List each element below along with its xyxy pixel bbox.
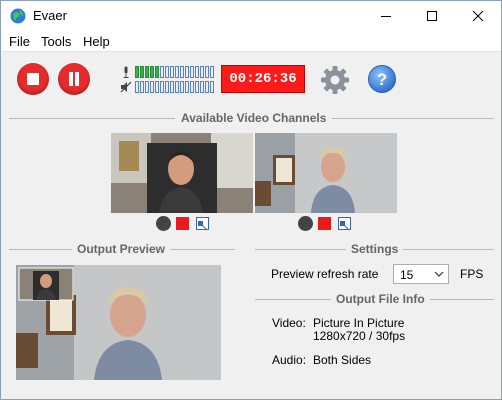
minimize-button[interactable]	[363, 1, 409, 31]
evaer-app-icon	[10, 8, 26, 24]
channel-1-stop-button[interactable]	[176, 217, 189, 230]
refresh-rate-value: 15	[400, 268, 414, 282]
chevron-down-icon	[434, 271, 444, 277]
channel-2-stop-button[interactable]	[318, 217, 331, 230]
video-thumbnail-1	[111, 133, 253, 213]
stop-button[interactable]	[17, 63, 49, 95]
close-icon	[472, 10, 484, 22]
pip-icon	[198, 221, 208, 231]
menu-bar: File Tools Help	[1, 31, 501, 52]
meter-segment	[135, 81, 139, 93]
maximize-button[interactable]	[409, 1, 455, 31]
audio-mode-value: Both Sides	[313, 353, 372, 367]
channel-1-pip-button[interactable]	[196, 217, 209, 231]
meter-segment	[165, 66, 169, 78]
speaker-icon	[120, 81, 132, 93]
speaker-level-meter	[135, 81, 215, 93]
recording-timer: 00:26:36	[221, 65, 305, 93]
refresh-rate-label: Preview refresh rate	[271, 267, 379, 281]
stop-icon	[27, 73, 39, 85]
channel-1-record-toggle[interactable]	[156, 216, 171, 231]
menu-tools[interactable]: Tools	[41, 34, 71, 49]
video-spec-value: 1280x720 / 30fps	[313, 329, 406, 343]
video-mode-value: Picture In Picture	[313, 316, 405, 330]
meter-segment	[155, 66, 159, 78]
minimize-icon	[381, 16, 391, 17]
maximize-icon	[427, 11, 437, 21]
menu-help[interactable]: Help	[83, 34, 110, 49]
meter-segment	[200, 66, 204, 78]
audio-info-label: Audio:	[272, 353, 307, 367]
meter-segment	[140, 81, 144, 93]
meter-segment	[185, 81, 189, 93]
video-thumbnail-2	[255, 133, 397, 213]
meter-segment	[190, 66, 194, 78]
meter-segment	[160, 66, 164, 78]
fps-label: FPS	[460, 267, 484, 281]
close-button[interactable]	[455, 1, 501, 31]
pip-icon	[340, 221, 350, 231]
microphone-icon	[123, 66, 129, 78]
pause-button[interactable]	[58, 63, 90, 95]
meter-segment	[165, 81, 169, 93]
channel-2-record-toggle[interactable]	[298, 216, 313, 231]
app-window: Evaer File Tools Help 00:26:36 ? Availab…	[0, 0, 502, 400]
meter-segment	[180, 66, 184, 78]
meter-segment	[200, 81, 204, 93]
section-title-preview: Output Preview	[72, 242, 171, 256]
meter-segment	[180, 81, 184, 93]
meter-segment	[170, 66, 174, 78]
meter-segment	[150, 66, 154, 78]
meter-segment	[145, 66, 149, 78]
window-title: Evaer	[33, 8, 67, 23]
meter-segment	[210, 66, 214, 78]
meter-segment	[155, 81, 159, 93]
meter-segment	[195, 66, 199, 78]
meter-segment	[140, 66, 144, 78]
meter-segment	[175, 81, 179, 93]
gear-icon[interactable]	[319, 64, 351, 96]
video-info-label: Video:	[272, 316, 306, 330]
meter-segment	[205, 81, 209, 93]
output-preview-image	[16, 265, 221, 380]
meter-segment	[205, 66, 209, 78]
video-channel-1[interactable]	[111, 133, 253, 213]
meter-segment	[170, 81, 174, 93]
meter-segment	[135, 66, 139, 78]
svg-text:?: ?	[377, 70, 387, 89]
output-preview	[16, 265, 221, 380]
section-title-output-info: Output File Info	[331, 292, 430, 306]
meter-segment	[210, 81, 214, 93]
meter-segment	[195, 81, 199, 93]
refresh-rate-select[interactable]: 15	[393, 264, 449, 284]
video-channel-2[interactable]	[255, 133, 397, 213]
meter-segment	[190, 81, 194, 93]
meter-segment	[145, 81, 149, 93]
meter-segment	[150, 81, 154, 93]
help-icon[interactable]: ?	[367, 64, 397, 94]
channel-2-pip-button[interactable]	[338, 217, 351, 231]
section-title-settings: Settings	[346, 242, 404, 256]
section-title-channels: Available Video Channels	[175, 111, 333, 125]
meter-segment	[175, 66, 179, 78]
menu-file[interactable]: File	[9, 34, 30, 49]
mic-level-meter	[135, 66, 215, 78]
meter-segment	[160, 81, 164, 93]
meter-segment	[185, 66, 189, 78]
title-bar: Evaer	[1, 1, 501, 31]
